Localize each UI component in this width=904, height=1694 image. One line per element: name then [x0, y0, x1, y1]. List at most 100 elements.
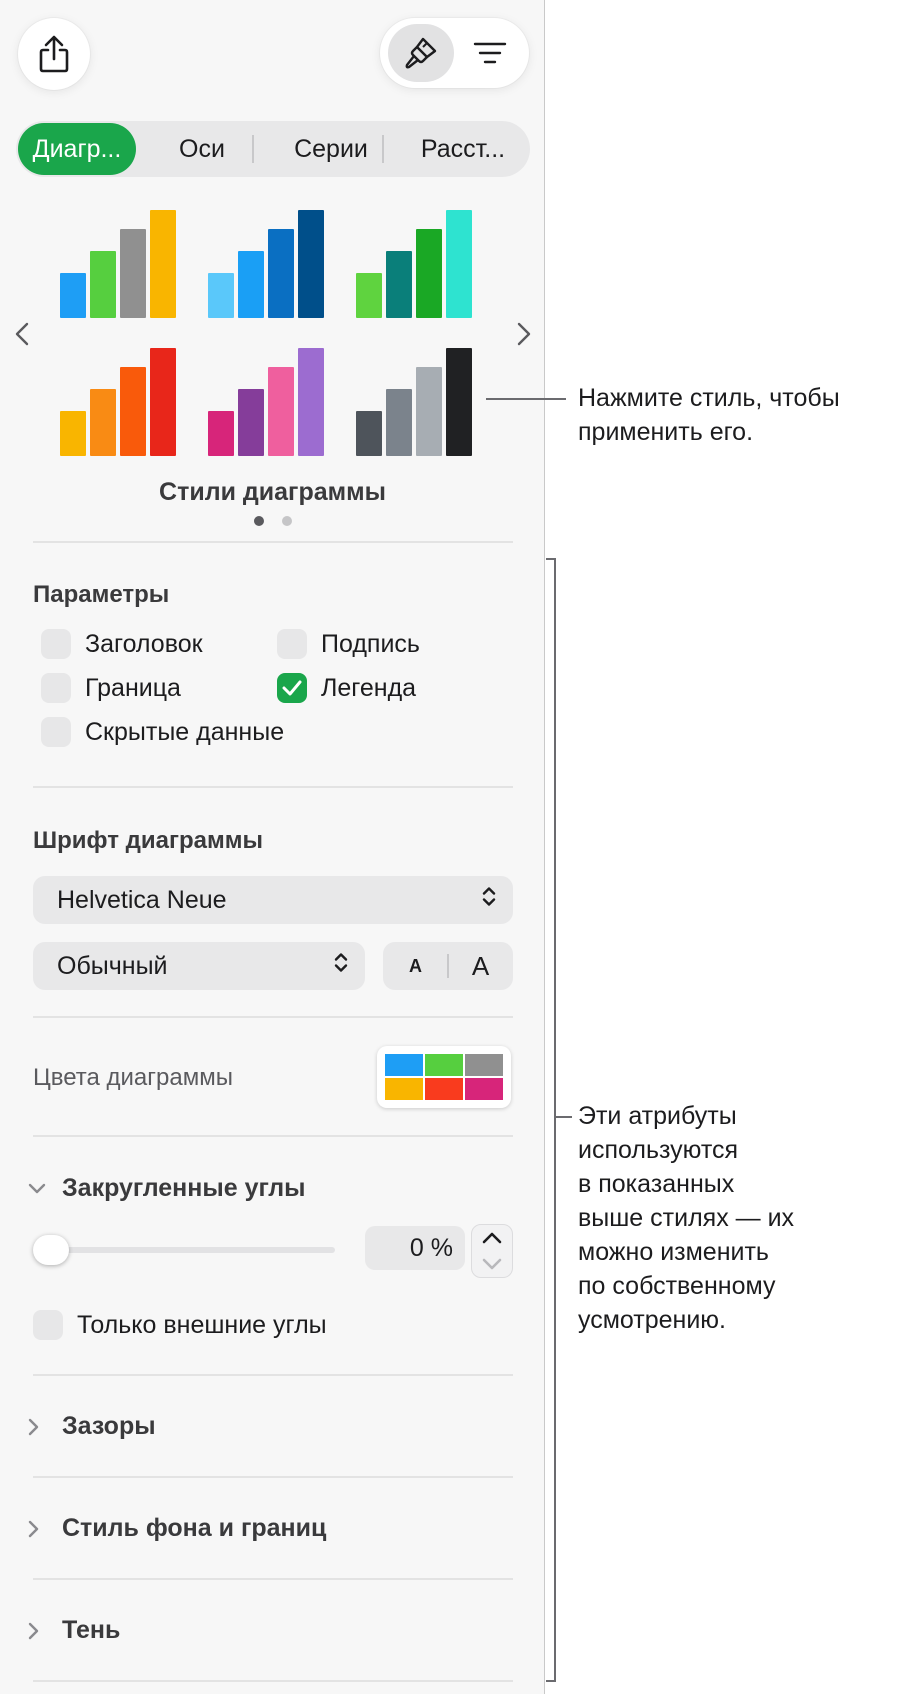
- chart-style-4[interactable]: [60, 344, 190, 456]
- chevron-right-icon[interactable]: [510, 316, 538, 352]
- tab-spacing[interactable]: Расст...: [396, 121, 530, 177]
- border-checkbox-row[interactable]: Граница: [41, 673, 181, 703]
- title-checkbox-row[interactable]: Заголовок: [41, 629, 203, 659]
- tab-chart[interactable]: Диагр...: [18, 123, 136, 175]
- color-swatch: [385, 1078, 423, 1100]
- chevron-right-icon: [28, 1520, 62, 1538]
- hidden-data-checkbox[interactable]: [41, 717, 71, 747]
- outer-corners-checkbox-row[interactable]: Только внешние углы: [33, 1310, 327, 1340]
- color-swatch-grid: [385, 1054, 503, 1100]
- style-bar: [120, 229, 146, 318]
- chart-style-3[interactable]: [356, 206, 486, 318]
- style-bar: [416, 367, 442, 456]
- style-bar: [208, 273, 234, 318]
- legend-checkbox[interactable]: [277, 673, 307, 703]
- slider-thumb[interactable]: [33, 1235, 69, 1265]
- style-bar: [298, 210, 324, 318]
- style-bar: [446, 348, 472, 456]
- caption-checkbox-row[interactable]: Подпись: [277, 629, 420, 659]
- style-bar: [60, 411, 86, 456]
- up-down-chevron-icon: [333, 951, 349, 982]
- style-bar: [356, 273, 382, 318]
- chevron-down-icon: [482, 1258, 502, 1270]
- style-bar: [120, 367, 146, 456]
- stepper-up-button[interactable]: [472, 1225, 512, 1251]
- background-border-disclosure[interactable]: Стиль фона и границ: [28, 1514, 326, 1543]
- tab-divider: [382, 135, 384, 163]
- color-swatch: [465, 1054, 503, 1076]
- chart-font-title: Шрифт диаграммы: [33, 827, 263, 854]
- format-button[interactable]: [388, 24, 454, 82]
- organize-button[interactable]: [460, 24, 520, 82]
- attributes-bracket-tick: [556, 1116, 572, 1118]
- font-family-value: Helvetica Neue: [57, 885, 227, 914]
- page-dot-active[interactable]: [254, 516, 264, 526]
- format-sidebar: Диагр... Оси Серии Расст... Стили диагра…: [0, 0, 545, 1694]
- chart-colors-label: Цвета диаграммы: [33, 1064, 233, 1091]
- parameters-title: Параметры: [33, 581, 170, 608]
- hidden-data-checkbox-row[interactable]: Скрытые данные: [41, 717, 284, 747]
- caption-checkbox[interactable]: [277, 629, 307, 659]
- font-style-value: Обычный: [57, 951, 168, 980]
- style-bar: [238, 389, 264, 456]
- style-bar: [386, 251, 412, 318]
- chart-style-2[interactable]: [208, 206, 338, 318]
- chart-style-5[interactable]: [208, 344, 338, 456]
- corner-radius-slider[interactable]: [33, 1234, 335, 1266]
- tab-series[interactable]: Серии: [266, 121, 396, 177]
- caption-checkbox-label: Подпись: [321, 629, 420, 658]
- share-button[interactable]: [18, 18, 90, 90]
- attributes-callout: Эти атрибуты используются в показанных в…: [578, 1102, 795, 1334]
- divider: [33, 1374, 513, 1376]
- font-style-popup[interactable]: Обычный: [33, 942, 365, 990]
- divider: [33, 1578, 513, 1580]
- background-border-title: Стиль фона и границ: [62, 1514, 327, 1542]
- chart-colors-button[interactable]: [377, 1046, 511, 1108]
- chevron-left-icon[interactable]: [8, 316, 36, 352]
- chevron-up-icon: [482, 1232, 502, 1244]
- style-bar: [268, 229, 294, 318]
- outer-corners-checkbox[interactable]: [33, 1310, 63, 1340]
- tab-divider: [252, 135, 254, 163]
- chart-style-1[interactable]: [60, 206, 190, 318]
- border-checkbox[interactable]: [41, 673, 71, 703]
- rounded-corners-disclosure[interactable]: Закругленные углы: [28, 1174, 306, 1203]
- style-bar: [268, 367, 294, 456]
- legend-checkbox-row[interactable]: Легенда: [277, 673, 416, 703]
- shadow-disclosure[interactable]: Тень: [28, 1616, 120, 1645]
- style-bar: [90, 389, 116, 456]
- stepper-down-button[interactable]: [472, 1251, 512, 1277]
- style-bar: [386, 389, 412, 456]
- increase-font-size-button[interactable]: A: [448, 942, 513, 990]
- border-checkbox-label: Граница: [85, 673, 181, 702]
- hidden-data-checkbox-label: Скрытые данные: [85, 717, 285, 746]
- style-bar: [90, 251, 116, 318]
- style-bar: [60, 273, 86, 318]
- corner-radius-field[interactable]: 0 %: [365, 1226, 465, 1270]
- tab-axes[interactable]: Оси: [138, 121, 266, 177]
- title-checkbox[interactable]: [41, 629, 71, 659]
- page-dots: [254, 516, 292, 526]
- divider: [33, 786, 513, 788]
- lines-icon: [473, 41, 507, 65]
- color-swatch: [385, 1054, 423, 1076]
- color-swatch: [465, 1078, 503, 1100]
- color-swatch: [425, 1054, 463, 1076]
- chevron-right-icon: [28, 1418, 62, 1436]
- divider: [33, 1476, 513, 1478]
- style-bar: [150, 348, 176, 456]
- chevron-right-icon: [28, 1622, 62, 1640]
- gaps-disclosure[interactable]: Зазоры: [28, 1412, 156, 1441]
- style-bar: [208, 411, 234, 456]
- page-dot[interactable]: [282, 516, 292, 526]
- large-a-icon: A: [471, 950, 490, 981]
- chart-style-6[interactable]: [356, 344, 486, 456]
- divider: [33, 1135, 513, 1137]
- style-bar: [238, 251, 264, 318]
- font-family-popup[interactable]: Helvetica Neue: [33, 876, 513, 924]
- decrease-font-size-button[interactable]: A: [383, 942, 448, 990]
- shadow-title: Тень: [62, 1616, 121, 1644]
- divider: [33, 1680, 513, 1682]
- chart-styles-caption: Стили диаграммы: [159, 478, 386, 506]
- small-a-icon: A: [409, 955, 422, 976]
